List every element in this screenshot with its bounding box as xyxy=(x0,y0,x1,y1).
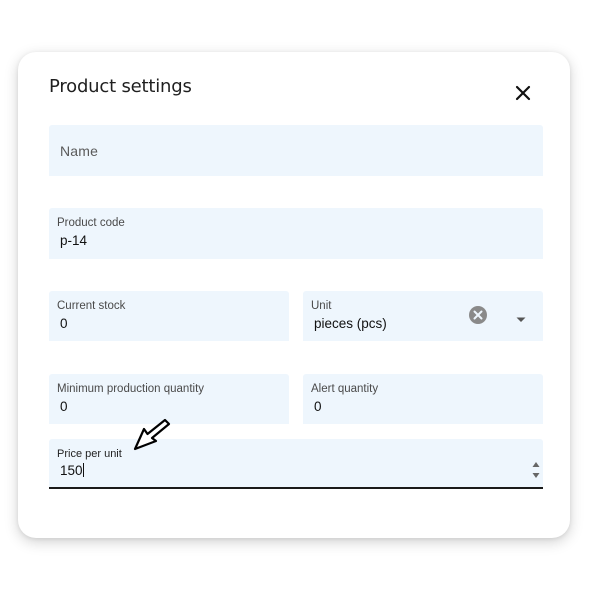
number-spinner-icon[interactable] xyxy=(531,459,541,481)
price-per-unit-input[interactable]: 150 xyxy=(60,463,84,478)
chevron-down-icon[interactable] xyxy=(515,311,527,322)
price-per-unit-field[interactable]: Price per unit 150 xyxy=(49,439,543,489)
alert-quantity-field[interactable]: Alert quantity 0 xyxy=(303,374,543,424)
price-per-unit-value: 150 xyxy=(60,463,83,478)
product-code-field[interactable]: Product code p-14 xyxy=(49,208,543,259)
product-settings-dialog: Product settings Name Product code p-14 … xyxy=(18,52,570,538)
product-code-label: Product code xyxy=(57,217,125,229)
current-stock-field[interactable]: Current stock 0 xyxy=(49,291,289,341)
clear-icon[interactable] xyxy=(469,306,487,324)
min-production-quantity-field[interactable]: Minimum production quantity 0 xyxy=(49,374,289,424)
dialog-title: Product settings xyxy=(49,76,192,97)
unit-label: Unit xyxy=(311,300,332,312)
unit-value: pieces (pcs) xyxy=(314,316,387,331)
alert-quantity-value: 0 xyxy=(314,399,322,414)
min-production-quantity-label: Minimum production quantity xyxy=(57,383,205,395)
current-stock-value: 0 xyxy=(60,316,68,331)
product-code-value: p-14 xyxy=(60,233,88,248)
unit-select[interactable]: Unit pieces (pcs) xyxy=(303,291,543,341)
min-production-quantity-value: 0 xyxy=(60,399,68,414)
name-field[interactable]: Name xyxy=(49,125,543,176)
text-caret xyxy=(82,463,84,477)
current-stock-label: Current stock xyxy=(57,300,126,312)
close-icon[interactable] xyxy=(512,82,534,104)
price-per-unit-label: Price per unit xyxy=(57,448,122,460)
name-placeholder: Name xyxy=(60,143,99,159)
alert-quantity-label: Alert quantity xyxy=(311,383,379,395)
